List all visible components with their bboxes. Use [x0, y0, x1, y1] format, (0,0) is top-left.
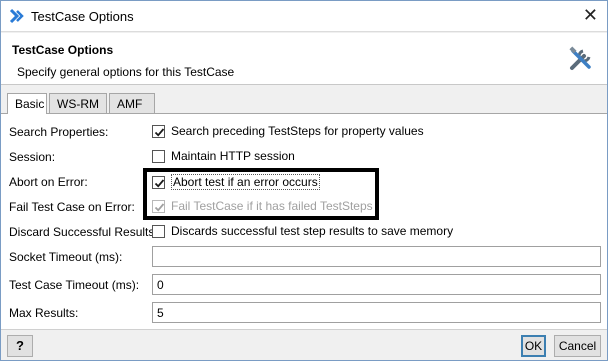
tab-ws-rm[interactable]: WS-RM	[49, 93, 107, 113]
max-results-label: Max Results:	[9, 306, 79, 320]
session-option[interactable]: Maintain HTTP session	[152, 149, 295, 163]
close-icon[interactable]: ✕	[583, 5, 598, 25]
socket-timeout-label: Socket Timeout (ms):	[9, 250, 123, 264]
window-title: TestCase Options	[31, 9, 134, 24]
testcase-options-dialog: TestCase Options ✕ TestCase Options Spec…	[0, 0, 608, 361]
ok-button[interactable]: OK	[521, 335, 546, 357]
session-label: Session:	[9, 150, 56, 164]
tools-icon	[566, 44, 596, 74]
header-banner: TestCase Options Specify general options…	[1, 33, 607, 85]
search-properties-checkbox-label[interactable]: Search preceding TestSteps for property …	[171, 124, 424, 138]
abort-on-error-checkbox[interactable]	[152, 175, 165, 189]
fail-test-case-option: Fail TestCase if it has failed TestSteps	[152, 199, 373, 213]
dialog-footer: ? OK Cancel	[1, 329, 607, 360]
banner-description: Specify general options for this TestCas…	[17, 65, 235, 79]
discard-results-checkbox[interactable]	[152, 224, 165, 238]
discard-results-label: Discard Successful Results:	[9, 225, 158, 239]
tab-amf[interactable]: AMF	[109, 93, 155, 113]
search-properties-option[interactable]: Search preceding TestSteps for property …	[152, 124, 424, 138]
discard-results-option[interactable]: Discards successful test step results to…	[152, 224, 453, 238]
search-properties-label: Search Properties:	[9, 125, 109, 139]
abort-on-error-option[interactable]: Abort test if an error occurs	[152, 174, 320, 190]
help-button[interactable]: ?	[7, 335, 33, 357]
banner-title: TestCase Options	[12, 43, 114, 57]
discard-results-checkbox-label[interactable]: Discards successful test step results to…	[171, 224, 453, 238]
test-case-timeout-input[interactable]	[152, 274, 601, 295]
fail-test-case-checkbox-label: Fail TestCase if it has failed TestSteps	[171, 199, 373, 213]
fail-test-case-checkbox	[152, 199, 165, 213]
soapui-logo-icon	[8, 8, 25, 25]
maintain-session-checkbox[interactable]	[152, 149, 165, 163]
cancel-button[interactable]: Cancel	[554, 335, 601, 357]
test-case-timeout-label: Test Case Timeout (ms):	[9, 278, 140, 292]
abort-on-error-checkbox-label[interactable]: Abort test if an error occurs	[171, 174, 320, 190]
tab-basic[interactable]: Basic	[7, 93, 47, 114]
fail-test-case-label: Fail Test Case on Error:	[9, 200, 135, 214]
maintain-session-checkbox-label[interactable]: Maintain HTTP session	[171, 149, 295, 163]
socket-timeout-input[interactable]	[152, 246, 601, 267]
search-properties-checkbox[interactable]	[152, 124, 165, 138]
max-results-input[interactable]	[152, 302, 601, 323]
title-bar: TestCase Options ✕	[1, 1, 607, 32]
abort-on-error-label: Abort on Error:	[9, 175, 88, 189]
basic-options-panel: Search Properties: Search preceding Test…	[1, 113, 607, 329]
